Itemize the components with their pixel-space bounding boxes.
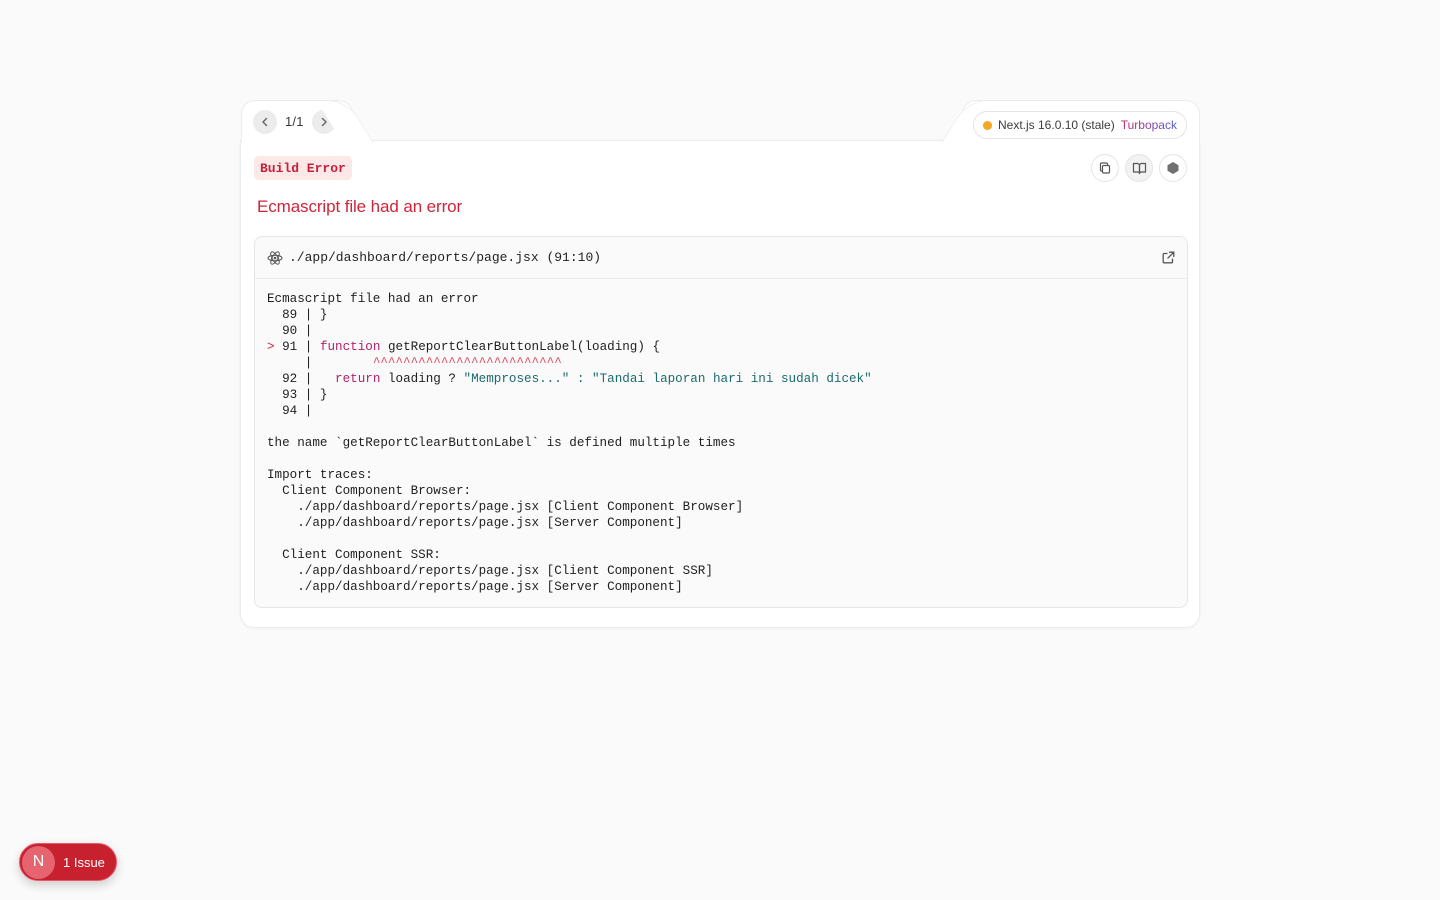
docs-button[interactable]	[1125, 154, 1153, 182]
copy-error-button[interactable]	[1091, 154, 1119, 182]
code-frame: ./app/dashboard/reports/page.jsx (91:10)…	[254, 236, 1188, 608]
code-frame-header: ./app/dashboard/reports/page.jsx (91:10)	[255, 237, 1187, 279]
bundler-name: Turbopack	[1120, 118, 1177, 132]
react-icon	[267, 250, 283, 266]
trace-group-title: Client Component Browser:	[282, 484, 472, 498]
chevron-right-icon	[321, 117, 327, 126]
trace-item: ./app/dashboard/reports/page.jsx [Client…	[297, 500, 744, 514]
code-line-90: 90 |	[282, 324, 313, 338]
code-heading: Ecmascript file had an error	[267, 292, 479, 306]
nextjs-logo-icon: N	[22, 845, 55, 879]
copy-icon	[1099, 162, 1111, 174]
error-title: Ecmascript file had an error	[257, 197, 463, 216]
issues-indicator-button[interactable]: N 1 Issue	[19, 843, 117, 881]
import-traces-heading: Import traces:	[267, 468, 373, 482]
next-error-button[interactable]	[311, 109, 336, 134]
hexagon-icon	[1167, 162, 1179, 174]
error-counter: 1/1	[285, 114, 304, 129]
open-in-editor-button[interactable]	[1162, 251, 1175, 264]
error-navigation: 1/1	[241, 100, 353, 142]
trace-item: ./app/dashboard/reports/page.jsx [Server…	[297, 580, 683, 594]
error-caret-line: | ^^^^^^^^^^^^^^^^^^^^^^^^^	[267, 356, 562, 370]
dialog-toolbar	[1091, 154, 1187, 182]
trace-item: ./app/dashboard/reports/page.jsx [Client…	[297, 564, 713, 578]
code-line-93: 93 | }	[282, 388, 328, 402]
error-type-badge: Build Error	[254, 156, 352, 180]
book-icon	[1132, 162, 1146, 175]
trace-group-title: Client Component SSR:	[282, 548, 441, 562]
previous-error-button[interactable]	[253, 109, 277, 134]
code-line-91: > 91 | function getReportClearButtonLabe…	[267, 340, 661, 354]
code-line-94: 94 |	[282, 404, 313, 418]
nodejs-inspector-button[interactable]	[1159, 154, 1187, 182]
error-dialog: Build Error Ecmascript file had an error…	[240, 140, 1200, 628]
issue-count-label: 1 Issue	[63, 854, 105, 870]
code-line-92: 92 | return loading ? "Memproses..." : "…	[282, 372, 872, 386]
version-tab: Next.js 16.0.10 (stale) Turbopack	[962, 100, 1200, 142]
version-text: Next.js 16.0.10 (stale)	[998, 118, 1115, 132]
stale-status-dot	[983, 120, 992, 130]
external-link-icon	[1162, 251, 1175, 264]
error-message: the name `getReportClearButtonLabel` is …	[267, 436, 736, 450]
chevron-left-icon	[262, 117, 268, 126]
code-line-89: 89 | }	[282, 308, 328, 322]
code-frame-body: Ecmascript file had an error 89 | } 90 |…	[255, 279, 1187, 595]
file-path[interactable]: ./app/dashboard/reports/page.jsx (91:10)	[289, 250, 601, 265]
trace-item: ./app/dashboard/reports/page.jsx [Server…	[297, 516, 683, 530]
version-badge[interactable]: Next.js 16.0.10 (stale) Turbopack	[973, 111, 1187, 139]
